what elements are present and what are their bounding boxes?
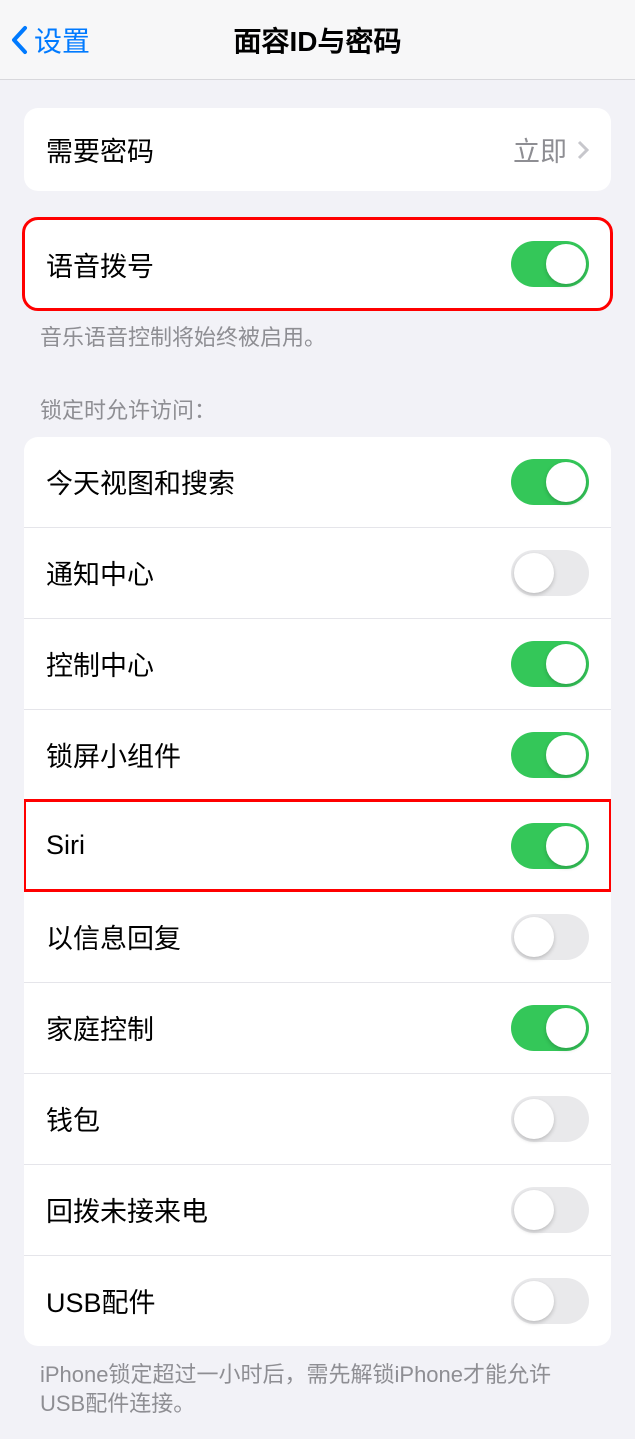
chevron-left-icon (10, 25, 28, 55)
lock-access-label: 锁屏小组件 (46, 735, 181, 774)
page-title: 面容ID与密码 (233, 20, 401, 60)
toggle-knob (546, 735, 586, 775)
lock-access-label: USB配件 (46, 1281, 156, 1320)
lock-access-footer: iPhone锁定超过一小时后，需先解锁iPhone才能允许USB配件连接。 (0, 1346, 635, 1419)
toggle-knob (514, 1099, 554, 1139)
require-passcode-label: 需要密码 (46, 130, 154, 169)
lock-access-label: 以信息回复 (46, 917, 181, 956)
lock-access-toggle[interactable] (511, 1187, 589, 1233)
lock-access-toggle[interactable] (511, 1005, 589, 1051)
toggle-knob (546, 462, 586, 502)
toggle-knob (514, 917, 554, 957)
lock-access-label: 通知中心 (46, 553, 154, 592)
lock-access-header: 锁定时允许访问： (0, 353, 635, 427)
lock-access-row: USB配件 (24, 1255, 611, 1346)
lock-access-row: Siri (24, 800, 611, 891)
lock-access-toggle[interactable] (511, 459, 589, 505)
lock-access-toggle[interactable] (511, 914, 589, 960)
lock-access-toggle[interactable] (511, 823, 589, 869)
lock-access-toggle[interactable] (511, 1096, 589, 1142)
require-passcode-value: 立即 (513, 130, 589, 169)
toggle-knob (514, 1281, 554, 1321)
lock-access-toggle[interactable] (511, 1278, 589, 1324)
require-passcode-value-text: 立即 (513, 130, 567, 169)
lock-access-row: 通知中心 (24, 527, 611, 618)
lock-access-row: 以信息回复 (24, 891, 611, 982)
navigation-header: 设置 面容ID与密码 (0, 0, 635, 80)
voice-dial-label: 语音拨号 (46, 245, 154, 284)
lock-access-label: Siri (46, 830, 85, 861)
lock-access-label: 钱包 (46, 1099, 100, 1138)
toggle-knob (514, 553, 554, 593)
back-label: 设置 (34, 20, 90, 60)
lock-access-row: 家庭控制 (24, 982, 611, 1073)
toggle-knob (546, 644, 586, 684)
toggle-knob (546, 1008, 586, 1048)
lock-access-toggle[interactable] (511, 732, 589, 778)
lock-access-row: 控制中心 (24, 618, 611, 709)
voice-dial-footer: 音乐语音控制将始终被启用。 (0, 309, 635, 353)
lock-access-label: 控制中心 (46, 644, 154, 683)
lock-access-label: 今天视图和搜索 (46, 462, 235, 501)
lock-access-row: 回拨未接来电 (24, 1164, 611, 1255)
lock-access-label: 家庭控制 (46, 1008, 154, 1047)
content: 需要密码 立即 语音拨号 音乐语音控制将始终被启用。 锁定时允许访问： 今天视图… (0, 108, 635, 1439)
toggle-knob (546, 826, 586, 866)
require-passcode-group: 需要密码 立即 (24, 108, 611, 191)
voice-dial-group: 语音拨号 (24, 219, 611, 309)
toggle-knob (514, 1190, 554, 1230)
lock-access-label: 回拨未接来电 (46, 1190, 208, 1229)
lock-access-toggle[interactable] (511, 550, 589, 596)
back-button[interactable]: 设置 (10, 20, 90, 60)
voice-dial-toggle[interactable] (511, 241, 589, 287)
lock-access-row: 钱包 (24, 1073, 611, 1164)
lock-access-row: 今天视图和搜索 (24, 437, 611, 527)
lock-access-toggle[interactable] (511, 641, 589, 687)
lock-access-row: 锁屏小组件 (24, 709, 611, 800)
lock-access-group: 今天视图和搜索通知中心控制中心锁屏小组件 Siri 以信息回复家庭控制钱包回拨未接来… (24, 437, 611, 1346)
voice-dial-row: 语音拨号 (24, 219, 611, 309)
require-passcode-row[interactable]: 需要密码 立即 (24, 108, 611, 191)
chevron-right-icon (577, 140, 589, 160)
toggle-knob (546, 244, 586, 284)
